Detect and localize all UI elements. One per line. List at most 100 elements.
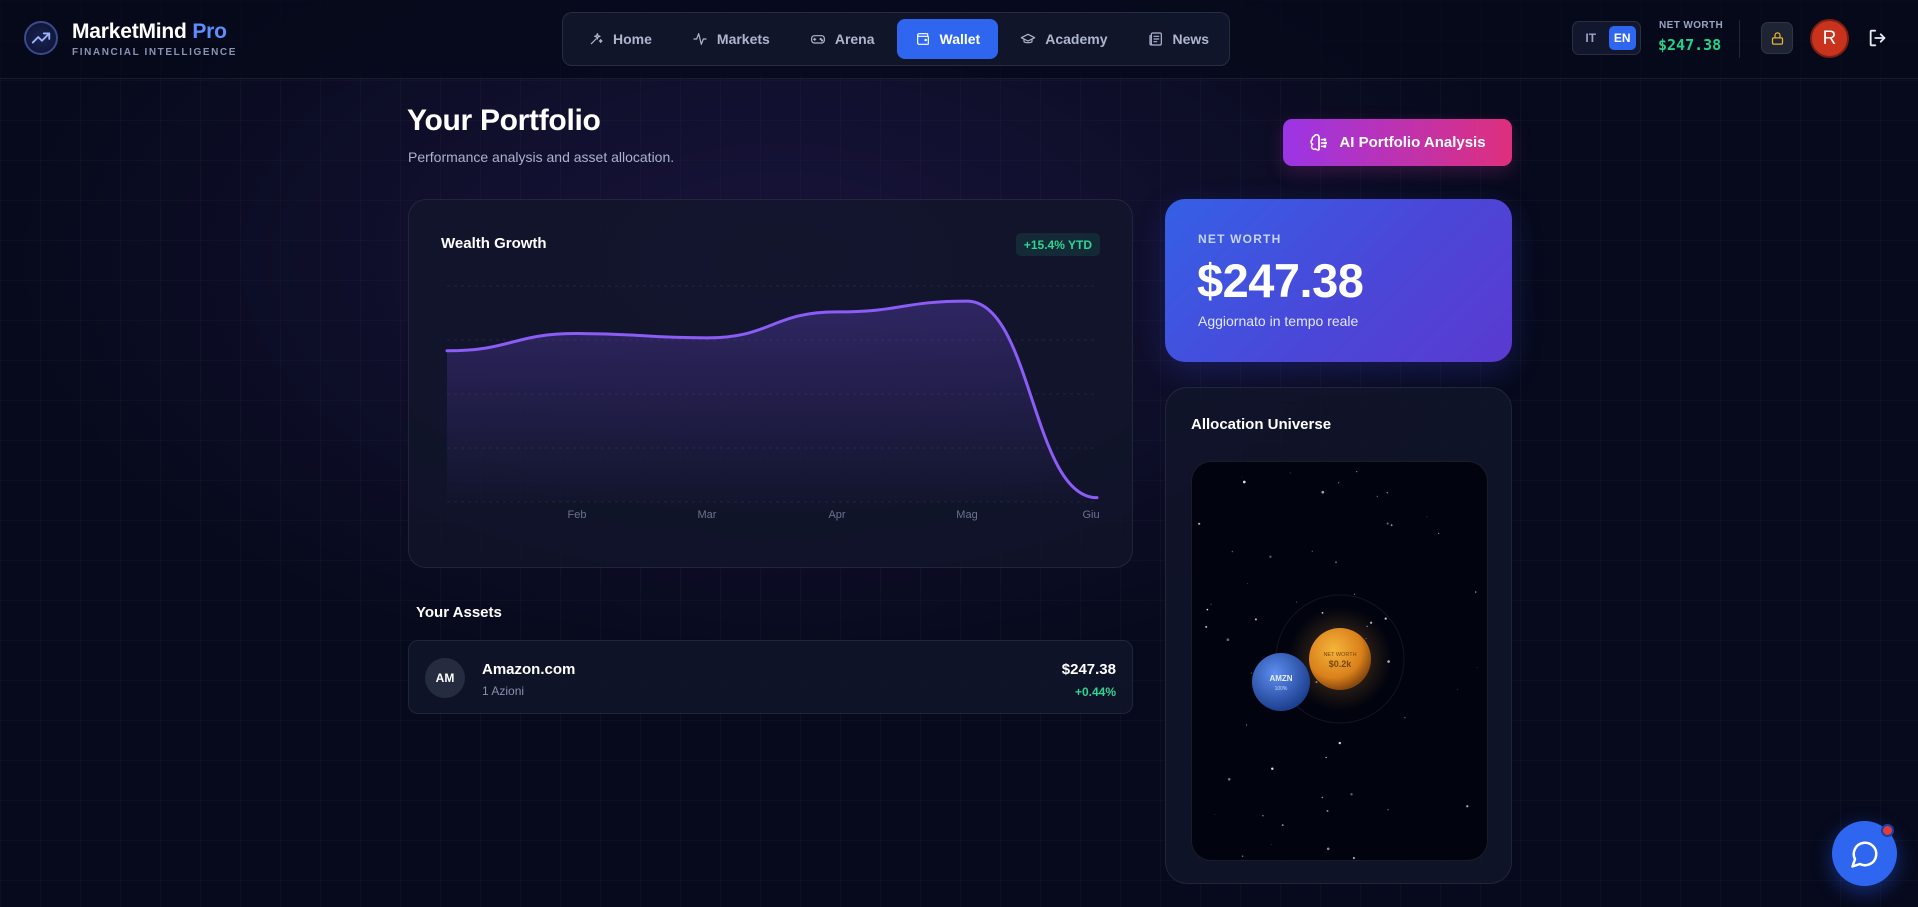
- chat-button[interactable]: [1832, 821, 1897, 886]
- nav-academy[interactable]: Academy: [1002, 19, 1125, 59]
- lock-button[interactable]: [1761, 22, 1793, 54]
- nav-arena-label: Arena: [834, 31, 875, 47]
- allocation-universe-card: Allocation Universe NET WORTH $0.2k AMZN…: [1165, 387, 1512, 884]
- star: [1426, 516, 1428, 518]
- sun-label: NET WORTH: [1323, 652, 1356, 658]
- star: [1271, 767, 1274, 770]
- star: [1325, 756, 1327, 759]
- star: [1326, 847, 1330, 851]
- wealth-growth-card: Wealth Growth +15.4% YTD Feb Mar Apr Mag Giu: [408, 199, 1133, 568]
- wealth-growth-chart[interactable]: Feb Mar Apr Mag Giu: [409, 200, 1134, 569]
- star: [1262, 814, 1264, 817]
- header-divider: [1739, 20, 1740, 58]
- nav-wallet-label: Wallet: [939, 31, 981, 47]
- brand-suffix: Pro: [192, 20, 227, 43]
- language-switcher: IT EN: [1572, 21, 1641, 55]
- asset-change: +0.44%: [1074, 685, 1116, 699]
- nav-markets-label: Markets: [716, 31, 770, 47]
- star: [1390, 524, 1393, 527]
- allocation-universe-visual: NET WORTH $0.2k AMZN 100%: [1198, 470, 1478, 859]
- planet-ticker: AMZN: [1269, 674, 1292, 683]
- x-tick-label: Mag: [956, 509, 977, 521]
- star: [1356, 470, 1358, 473]
- brand-name-text: MarketMind: [72, 20, 187, 43]
- star: [1270, 844, 1272, 845]
- user-avatar[interactable]: R: [1810, 19, 1849, 58]
- star: [1231, 550, 1234, 553]
- star: [1227, 778, 1231, 781]
- gamepad-icon: [810, 35, 825, 44]
- nav-arena[interactable]: Arena: [792, 19, 893, 59]
- lang-en-button[interactable]: EN: [1608, 26, 1636, 50]
- star: [1386, 491, 1389, 494]
- star: [1242, 480, 1246, 484]
- newspaper-icon: [1148, 32, 1162, 46]
- activity-icon: [693, 33, 707, 45]
- asset-name: Amazon.com: [482, 661, 576, 678]
- nav-home-label: Home: [613, 31, 652, 47]
- star: [1289, 472, 1291, 474]
- star: [1269, 555, 1272, 558]
- star: [1476, 667, 1478, 669]
- star: [1474, 591, 1477, 593]
- star: [1384, 617, 1387, 620]
- star: [1206, 608, 1209, 611]
- star: [1226, 638, 1230, 642]
- asset-row[interactable]: AM Amazon.com 1 Azioni $247.38 +0.44%: [408, 640, 1133, 714]
- allocation-title: Allocation Universe: [1191, 416, 1332, 433]
- net-worth-card-note: Aggiornato in tempo reale: [1198, 313, 1359, 329]
- star: [1254, 618, 1257, 621]
- page-subtitle: Performance analysis and asset allocatio…: [408, 149, 675, 165]
- nav-wallet[interactable]: Wallet: [896, 19, 999, 59]
- header-net-worth-label: NET WORTH: [1659, 20, 1724, 31]
- nav-home[interactable]: Home: [570, 19, 670, 59]
- star: [1198, 522, 1201, 525]
- assets-title: Your Assets: [416, 604, 502, 621]
- header-net-worth-value: $247.38: [1658, 36, 1722, 54]
- star: [1250, 672, 1253, 674]
- x-tick-label: Apr: [828, 509, 845, 521]
- trend-logo-icon[interactable]: [24, 21, 58, 55]
- star: [1354, 593, 1355, 595]
- asset-ticker-badge: AM: [425, 658, 465, 698]
- star: [1338, 741, 1341, 745]
- star: [1205, 625, 1208, 628]
- star: [1214, 814, 1216, 815]
- star: [1335, 561, 1337, 564]
- nav-markets[interactable]: Markets: [674, 19, 788, 59]
- chat-bubble-icon: [1850, 841, 1877, 868]
- logout-button[interactable]: [1867, 27, 1889, 49]
- wallet-icon: [916, 33, 929, 45]
- nav-news[interactable]: News: [1130, 19, 1228, 59]
- star: [1246, 724, 1248, 726]
- star: [1437, 532, 1440, 535]
- sparkles-icon: [590, 33, 603, 45]
- star: [1281, 824, 1284, 827]
- page-title: Your Portfolio: [407, 104, 601, 137]
- star: [1241, 855, 1244, 857]
- nav-news-label: News: [1172, 31, 1210, 47]
- star: [1321, 490, 1325, 494]
- net-worth-card-label: NET WORTH: [1198, 232, 1282, 246]
- star: [1241, 476, 1243, 478]
- ai-portfolio-analysis-button[interactable]: AI Portfolio Analysis: [1283, 119, 1512, 166]
- asset-value: $247.38: [1061, 661, 1116, 678]
- lang-it-button[interactable]: IT: [1577, 26, 1605, 50]
- ai-portfolio-analysis-label: AI Portfolio Analysis: [1339, 134, 1486, 151]
- star: [1326, 809, 1329, 812]
- main-nav: Home Markets Arena Wallet Academy News: [562, 12, 1230, 66]
- wealth-area: [447, 301, 1097, 502]
- brand-name[interactable]: MarketMind Pro: [72, 20, 227, 44]
- x-tick-label: Mar: [698, 509, 717, 521]
- star: [1311, 550, 1314, 553]
- star: [1404, 717, 1406, 719]
- star: [1352, 857, 1355, 859]
- notification-dot: [1881, 824, 1894, 837]
- star: [1321, 796, 1324, 799]
- star: [1338, 482, 1340, 484]
- allocation-space-view[interactable]: NET WORTH $0.2k AMZN 100%: [1191, 461, 1488, 861]
- star: [1350, 793, 1353, 796]
- star: [1246, 583, 1248, 584]
- nav-academy-label: Academy: [1045, 31, 1108, 47]
- star: [1466, 805, 1469, 808]
